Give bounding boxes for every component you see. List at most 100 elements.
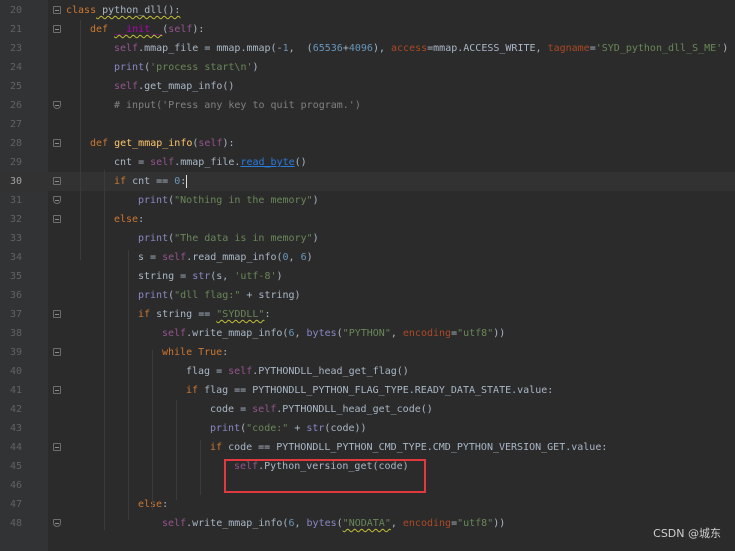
code-line[interactable]: 38 self.write_mmap_info(6, bytes("PYTHON"… (0, 324, 735, 343)
fold-marker-icon[interactable] (53, 196, 61, 204)
fold-marker-icon[interactable] (53, 348, 61, 356)
code-token: + string) (240, 290, 301, 301)
indent-guide (128, 250, 129, 520)
fold-marker-icon[interactable] (53, 386, 61, 394)
line-number: 24 (9, 62, 22, 73)
line-number: 34 (9, 252, 22, 263)
code-text: def get_mmap_info(self): (90, 134, 235, 153)
line-number: 27 (9, 119, 22, 130)
text-caret (186, 174, 188, 188)
line-number: 33 (9, 233, 22, 244)
code-token: print (114, 62, 145, 73)
line-number: 31 (9, 195, 22, 206)
code-token: cnt == (132, 176, 175, 187)
code-line[interactable]: 35 string = str(s, 'utf-8') (0, 267, 735, 286)
code-text: code = self.PYTHONDLL_head_get_code() (210, 400, 433, 419)
code-line[interactable]: 29 cnt = self.mmap_file.read_byte() (0, 153, 735, 172)
code-token: print (138, 233, 169, 244)
code-line[interactable]: 47 else: (0, 495, 735, 514)
fold-marker-icon[interactable] (53, 177, 61, 185)
code-line[interactable]: 30 if cnt == 0: (0, 172, 735, 191)
code-line[interactable]: 23 self.mmap_file = mmap.mmap(-1, (65536+… (0, 39, 735, 58)
code-line[interactable]: 42 code = self.PYTHONDLL_head_get_code() (0, 400, 735, 419)
code-line[interactable]: 32 else: (0, 210, 735, 229)
fold-marker-icon[interactable] (53, 310, 61, 318)
code-token: s = (138, 252, 163, 263)
code-line[interactable]: 25 self.get_mmap_info() (0, 77, 735, 96)
code-line[interactable]: 44 if code == PYTHONDLL_PYTHON_CMD_TYPE.C… (0, 438, 735, 457)
code-token: self (162, 518, 187, 529)
code-line[interactable]: 36 print("dll flag:" + string) (0, 286, 735, 305)
code-token: .write_mmap_info( (186, 328, 289, 339)
line-number: 28 (9, 138, 22, 149)
line-number: 20 (9, 5, 22, 16)
code-line[interactable]: 26 # input('Press any key to quit program… (0, 96, 735, 115)
code-token: # input('Press any key to quit program.'… (114, 100, 361, 111)
code-token: "utf8" (457, 328, 494, 339)
code-line[interactable]: 41 if flag == PYTHONDLL_PYTHON_FLAG_TYPE.… (0, 381, 735, 400)
code-token: , (390, 518, 403, 529)
code-text: else: (138, 495, 168, 514)
code-token: encoding (402, 328, 452, 339)
code-token: encoding (402, 518, 452, 529)
watermark: CSDN @城东 (653, 527, 721, 540)
code-token: self (162, 328, 187, 339)
code-token: def (90, 138, 115, 149)
code-line[interactable]: 34 s = self.read_mmap_info(0, 6) (0, 248, 735, 267)
code-token: while (162, 347, 199, 358)
code-token: str (192, 271, 211, 282)
code-token: self (228, 366, 253, 377)
code-token: print (138, 290, 169, 301)
code-line[interactable]: 40 flag = self.PYTHONDLL_head_get_flag() (0, 362, 735, 381)
line-number: 43 (9, 423, 22, 434)
code-text: print("dll flag:" + string) (138, 286, 301, 305)
code-text: if cnt == 0: (114, 172, 188, 191)
code-line[interactable]: 37 if string == "SYDDLL": (0, 305, 735, 324)
code-line[interactable]: 20 class python_dll(): (0, 1, 735, 20)
code-token: .mmap_file = mmap.mmap(- (138, 43, 283, 54)
line-number: 38 (9, 328, 22, 339)
code-token: "code:" (246, 423, 289, 434)
code-text: self.write_mmap_info(6, bytes("NODATA", … (162, 514, 505, 533)
code-token: else (114, 214, 139, 225)
code-line[interactable]: 48 self.write_mmap_info(6, bytes("NODATA"… (0, 514, 735, 533)
fold-marker-icon[interactable] (53, 443, 61, 451)
code-token: self (168, 24, 193, 35)
fold-marker-icon[interactable] (53, 519, 61, 527)
code-token: "NODATA" (342, 518, 391, 529)
code-token: : (162, 499, 169, 510)
code-token: print (138, 195, 169, 206)
fold-marker-icon[interactable] (53, 6, 61, 14)
code-line[interactable]: 43 print("code:" + str(code)) (0, 419, 735, 438)
fold-marker-icon[interactable] (53, 25, 61, 33)
code-line[interactable]: 31 print("Nothing in the memory") (0, 191, 735, 210)
code-token: "PYTHON" (342, 328, 391, 339)
line-number: 25 (9, 81, 22, 92)
code-text: print("Nothing in the memory") (138, 191, 319, 210)
code-token: self (252, 404, 277, 415)
code-text: else: (114, 210, 144, 229)
fold-marker-icon[interactable] (53, 215, 61, 223)
line-number: 42 (9, 404, 22, 415)
fold-marker-icon[interactable] (53, 139, 61, 147)
code-line[interactable]: 27 (0, 115, 735, 134)
code-line[interactable]: 39 while True: (0, 343, 735, 362)
code-token: flag = (186, 366, 229, 377)
code-text: def __init__(self): (90, 20, 204, 39)
code-token: else (138, 499, 163, 510)
fold-marker-icon[interactable] (53, 101, 61, 109)
code-line[interactable]: 33 print("The data is in memory") (0, 229, 735, 248)
code-token: : (222, 347, 229, 358)
code-token: self (114, 43, 139, 54)
code-line[interactable]: 24 print('process start\n') (0, 58, 735, 77)
code-line[interactable]: 21 def __init__(self): (0, 20, 735, 39)
code-text: self.write_mmap_info(6, bytes("PYTHON", … (162, 324, 505, 343)
code-token: .write_mmap_info( (186, 518, 289, 529)
code-line[interactable]: 28 def get_mmap_info(self): (0, 134, 735, 153)
code-token: self (114, 81, 139, 92)
code-text: if code == PYTHONDLL_PYTHON_CMD_TYPE.CMD… (210, 438, 607, 457)
indent-guide (176, 400, 177, 500)
code-token: "The data is in memory" (174, 233, 313, 244)
code-token: ) (252, 62, 259, 73)
code-text: if flag == PYTHONDLL_PYTHON_FLAG_TYPE.RE… (186, 381, 553, 400)
